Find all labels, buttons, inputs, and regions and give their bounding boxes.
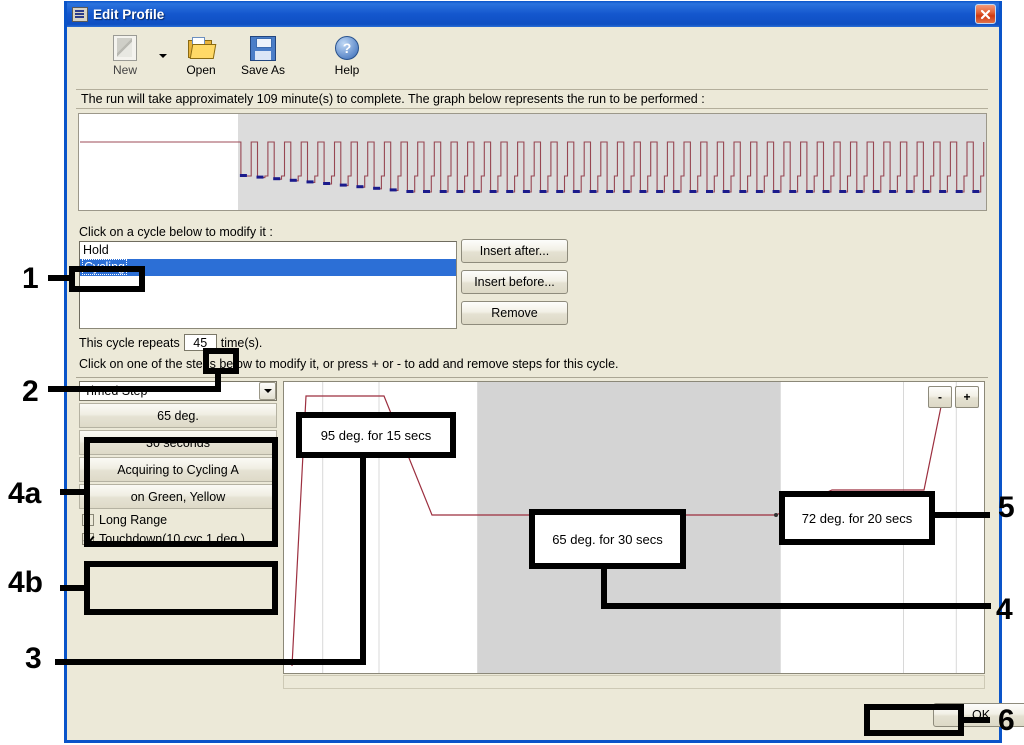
repeat-suffix-label: time(s).: [220, 335, 263, 350]
annotation-number-2: 2: [22, 375, 39, 408]
save-as-button-label: Save As: [240, 63, 286, 77]
long-range-label: Long Range: [99, 513, 168, 527]
step-type-value: Timed Step: [84, 384, 148, 398]
chevron-down-glyph: [263, 389, 272, 393]
cycle-list[interactable]: Hold Cycling: [79, 241, 457, 329]
insert-after-button[interactable]: Insert after...: [461, 239, 568, 263]
long-range-checkbox[interactable]: [82, 514, 94, 526]
long-range-checkbox-row[interactable]: Long Range: [79, 513, 277, 528]
help-button-label: Help: [334, 63, 360, 77]
ok-button-label: OK: [971, 708, 991, 722]
new-button[interactable]: New: [94, 31, 156, 77]
title-bar: Edit Profile: [67, 1, 999, 27]
new-document-icon: [113, 34, 137, 62]
step-acquisition-button[interactable]: Acquiring to Cycling A: [79, 457, 277, 482]
run-duration-info: The run will take approximately 109 minu…: [76, 89, 988, 109]
window-title: Edit Profile: [93, 6, 165, 22]
help-question-icon: ?: [335, 34, 359, 62]
annotation-number-3: 3: [25, 642, 42, 675]
client-area: New Open Save As ? Help The run will tak…: [67, 27, 1024, 740]
save-as-button[interactable]: Save As: [232, 31, 294, 77]
run-overview-plot: [78, 113, 987, 211]
step-channels-button[interactable]: on Green, Yellow: [79, 484, 277, 509]
step-editor: Timed Step 65 deg. 30 seconds Acquiring …: [76, 377, 988, 690]
cycle-repeat-row: This cycle repeats 45 time(s).: [79, 334, 262, 351]
chevron-down-icon[interactable]: [259, 382, 276, 400]
cycle-list-item-cycling[interactable]: Cycling: [80, 259, 456, 276]
close-glyph: [980, 9, 991, 19]
floppy-disk-icon: [250, 34, 276, 62]
new-button-label: New: [112, 63, 137, 77]
step-detail-graph[interactable]: - +: [283, 381, 985, 674]
new-dropdown-button[interactable]: [156, 31, 170, 71]
cycle-list-label: Click on a cycle below to modify it :: [79, 225, 273, 239]
steps-hint-label: Click on one of the steps below to modif…: [79, 357, 619, 371]
touchdown-checkbox-row[interactable]: Touchdown(10 cyc 1 deg.): [79, 532, 277, 547]
window-controls: [975, 4, 996, 24]
cycle-item-label: Cycling: [82, 259, 127, 275]
close-icon[interactable]: [975, 4, 996, 24]
annotation-number-4a: 4a: [8, 477, 42, 510]
add-step-button[interactable]: +: [955, 386, 979, 408]
insert-before-button[interactable]: Insert before...: [461, 270, 568, 294]
cycle-action-buttons: Insert after... Insert before... Remove: [461, 239, 571, 332]
open-button-label: Open: [186, 63, 216, 77]
repeat-count-input[interactable]: 45: [183, 334, 217, 351]
ok-button[interactable]: OK: [933, 703, 1024, 727]
open-folder-icon: [188, 34, 217, 62]
touchdown-label: Touchdown(10 cyc 1 deg.): [99, 532, 245, 546]
step-properties-panel: Timed Step 65 deg. 30 seconds Acquiring …: [79, 381, 279, 674]
annotation-number-4b: 4b: [8, 566, 44, 599]
chevron-down-icon: [159, 54, 167, 58]
step-detail-trace: [284, 382, 984, 673]
remove-step-button[interactable]: -: [928, 386, 952, 408]
step-temperature-button[interactable]: 65 deg.: [79, 403, 277, 428]
help-button[interactable]: ? Help: [316, 31, 378, 77]
step-graph-scrollbar[interactable]: [283, 675, 985, 689]
step-type-dropdown[interactable]: Timed Step: [79, 381, 277, 401]
cycle-item-label: Hold: [83, 243, 109, 257]
cycle-list-item-hold[interactable]: Hold: [80, 242, 456, 259]
run-overview-graph: [76, 111, 988, 214]
open-button[interactable]: Open: [170, 31, 232, 77]
annotation-number-1: 1: [22, 262, 39, 295]
remove-button[interactable]: Remove: [461, 301, 568, 325]
touchdown-checkbox[interactable]: [82, 533, 94, 545]
edit-profile-window: Edit Profile New Open Save As ? Help The…: [64, 1, 1024, 743]
step-add-remove-buttons: - +: [925, 386, 979, 408]
repeat-prefix-label: This cycle repeats: [79, 335, 180, 350]
toolbar: New Open Save As ? Help: [76, 31, 988, 89]
profile-window-icon: [72, 6, 88, 22]
overview-trace: [80, 141, 985, 193]
step-duration-button[interactable]: 30 seconds: [79, 430, 277, 455]
